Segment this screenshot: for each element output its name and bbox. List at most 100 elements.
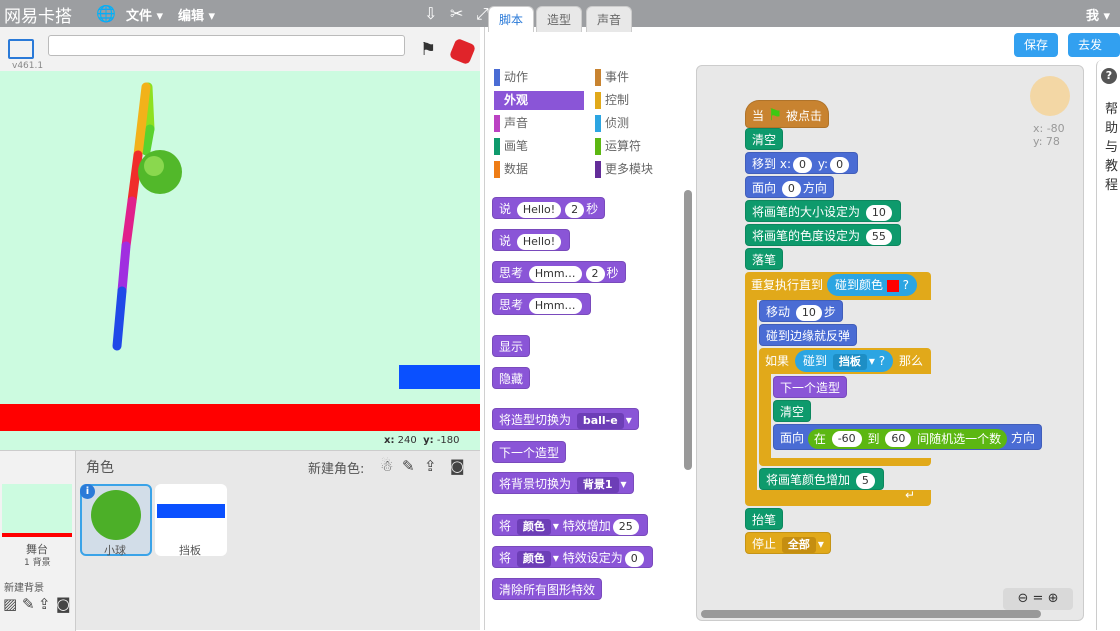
project-title-input[interactable] (48, 35, 405, 56)
block-think-secs[interactable]: 思考 Hmm… 2 秒 (492, 261, 626, 283)
sprite-library-icon[interactable]: ☃ (380, 457, 393, 475)
palette-scrollbar[interactable] (684, 190, 692, 470)
block-move[interactable]: 移动 10 步 (759, 300, 843, 322)
pen-trail-segment (112, 286, 127, 351)
block-say-secs[interactable]: 说 Hello! 2 秒 (492, 197, 606, 219)
tab-sounds[interactable]: 声音 (586, 6, 633, 32)
color-swatch (886, 279, 899, 292)
mouse-coords: x: 240 y: -180 (384, 435, 460, 446)
block-pick-random[interactable]: 在 -60 到 60 间随机选一个数 (807, 428, 1008, 449)
block-stop[interactable]: 停止 全部 ▾ (745, 532, 831, 554)
paddle-sprite[interactable] (399, 365, 480, 389)
help-icon[interactable]: ? (1101, 68, 1117, 84)
globe-icon[interactable]: 🌐 (96, 4, 116, 23)
backdrop-camera-icon[interactable]: ◙ (56, 595, 71, 613)
tab-scripts[interactable]: 脚本 (488, 6, 535, 32)
category-5[interactable]: 侦测 (595, 114, 629, 133)
sprite-tile-paddle[interactable]: 挡板 (155, 484, 227, 557)
block-clear[interactable]: 清空 (745, 128, 784, 150)
stage-thumbnail[interactable] (2, 484, 72, 537)
info-icon[interactable]: i (80, 484, 95, 499)
category-label: 运算符 (605, 139, 642, 153)
block-change-effect[interactable]: 将 颜色 ▾ 特效增加 25 (492, 514, 648, 536)
camera-icon[interactable]: ◙ (450, 457, 465, 475)
cut-icon[interactable]: ✂ (450, 4, 463, 23)
stop-icon[interactable] (448, 37, 477, 66)
grow-icon[interactable]: ⤢ (476, 4, 489, 24)
save-button[interactable]: 保存 (1014, 33, 1059, 57)
category-label: 外观 (504, 93, 529, 107)
green-flag-icon: ⚑ (767, 105, 783, 124)
block-clear-effects[interactable]: 清除所有图形特效 (492, 578, 603, 600)
category-label: 画笔 (504, 139, 529, 153)
menu-edit[interactable]: 编辑 ▾ (178, 5, 215, 24)
category-color-bar (494, 69, 500, 86)
category-3[interactable]: 控制 (595, 91, 629, 110)
block-touching[interactable]: 碰到 挡板 ▾ ? (795, 350, 894, 372)
sprite-name: 小球 (104, 544, 126, 557)
block-bounce[interactable]: 碰到边缘就反弹 (759, 324, 858, 346)
script-hscrollbar[interactable] (701, 610, 1041, 618)
pen-trail-segment (127, 150, 143, 206)
block-goto-xy[interactable]: 移到 x: 0 y: 0 (745, 152, 859, 174)
block-think[interactable]: 思考 Hmm… (492, 293, 591, 315)
category-2[interactable]: 外观 (494, 91, 584, 110)
app-logo[interactable]: 网易卡搭 (4, 2, 72, 27)
category-0[interactable]: 动作 (494, 68, 528, 87)
block-set-effect[interactable]: 将 颜色 ▾ 特效设定为 0 (492, 546, 653, 568)
category-color-bar (595, 92, 601, 109)
zoom-in-icon[interactable]: ⊕ (1048, 591, 1059, 606)
block-pen-down[interactable]: 落笔 (745, 248, 784, 270)
category-7[interactable]: 运算符 (595, 137, 641, 156)
help-panel[interactable]: ? 帮助与教程 (1096, 60, 1120, 630)
upload-icon[interactable]: ⇪ (424, 457, 437, 475)
script-area[interactable]: x: -80 y: 78 当 ⚑ 被点击 清空 移到 x: 0 y: 0 面向 0方… (696, 65, 1084, 621)
block-point-random[interactable]: 面向 在 -60 到 60 间随机选一个数 方向 (773, 424, 1043, 450)
block-pen-up[interactable]: 抬笔 (745, 508, 784, 530)
duplicate-icon[interactable]: ⇩ (424, 4, 437, 23)
block-when-flag[interactable]: 当 ⚑ 被点击 (745, 100, 830, 128)
category-4[interactable]: 声音 (494, 114, 528, 133)
category-9[interactable]: 更多模块 (595, 160, 653, 179)
fullscreen-icon[interactable] (8, 39, 34, 59)
stage-panel: v461.1 ⚑ x: 240 y: -180 角色 新建角色: ☃ ✎ ⇪ ◙ (0, 27, 480, 631)
block-point-direction[interactable]: 面向 0 方向 (745, 176, 834, 198)
block-set-pen-hue[interactable]: 将画笔的色度设定为 55 (745, 224, 901, 246)
category-8[interactable]: 数据 (494, 160, 528, 179)
sprites-pane: 角色 新建角色: ☃ ✎ ⇪ ◙ (0, 450, 480, 631)
block-change-pen-color[interactable]: 将画笔颜色增加 5 (759, 468, 884, 490)
backdrop-library-icon[interactable]: ▨ (3, 595, 17, 613)
sprite-tile-ball[interactable]: i 小球 (80, 484, 152, 557)
category-label: 侦测 (605, 116, 630, 130)
block-clear[interactable]: 清空 (773, 400, 812, 422)
block-touching-color[interactable]: 碰到颜色 ? (827, 274, 918, 296)
block-next-costume[interactable]: 下一个造型 (773, 376, 848, 398)
block-next-costume[interactable]: 下一个造型 (492, 441, 567, 463)
zoom-controls: ⊖ = ⊕ (1003, 588, 1073, 610)
help-label: 帮助与教程 (1105, 102, 1119, 193)
block-set-pen-size[interactable]: 将画笔的大小设定为 10 (745, 200, 901, 222)
menu-file[interactable]: 文件 ▾ (126, 5, 163, 24)
stage-canvas[interactable] (0, 71, 480, 458)
publish-button[interactable]: 去发布 (1068, 33, 1120, 76)
user-menu[interactable]: 我 ▾ (1086, 5, 1110, 24)
category-color-bar (595, 69, 601, 86)
tab-costumes[interactable]: 造型 (536, 6, 583, 32)
zoom-reset-icon[interactable]: = (1033, 591, 1044, 606)
block-say[interactable]: 说 Hello! (492, 229, 571, 251)
block-hide[interactable]: 隐藏 (492, 367, 531, 389)
category-1[interactable]: 事件 (595, 68, 629, 87)
paint-brush-icon[interactable]: ✎ (402, 457, 415, 475)
green-flag-icon[interactable]: ⚑ (420, 39, 436, 60)
sprite-x: x: -80 (1033, 122, 1065, 135)
zoom-out-icon[interactable]: ⊖ (1018, 591, 1029, 606)
category-6[interactable]: 画笔 (494, 137, 528, 156)
backdrop-upload-icon[interactable]: ⇪ (38, 595, 51, 613)
category-color-bar (595, 115, 601, 132)
new-backdrop-label: 新建背景 (4, 583, 44, 594)
category-color-bar (494, 115, 500, 132)
backdrop-paint-icon[interactable]: ✎ (22, 595, 35, 613)
block-switch-costume[interactable]: 将造型切换为 ball-e ▾ (492, 408, 639, 430)
block-show[interactable]: 显示 (492, 335, 531, 357)
block-switch-backdrop[interactable]: 将背景切换为 背景1 ▾ (492, 472, 634, 494)
